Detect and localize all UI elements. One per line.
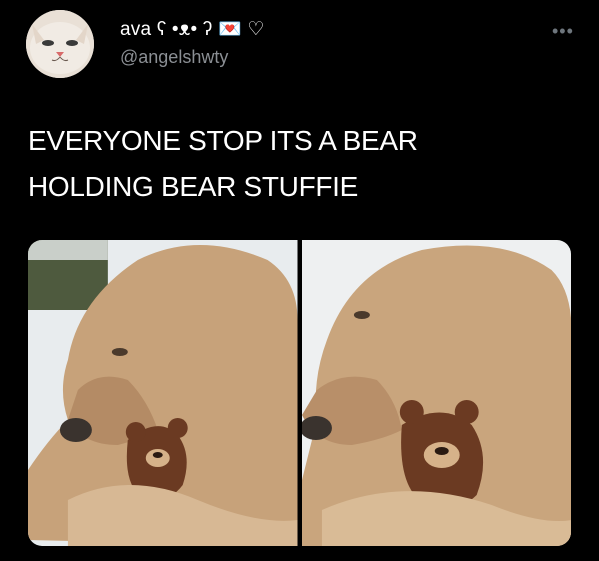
tweet-author[interactable]: ava ʕ •ᴥ• ʔ 💌 ♡ @angelshwty — [120, 17, 265, 68]
avatar[interactable] — [26, 10, 94, 78]
display-name[interactable]: ava ʕ •ᴥ• ʔ 💌 ♡ — [120, 17, 265, 41]
more-options-icon[interactable]: ••• — [552, 22, 574, 40]
tweet-text: EVERYONE STOP ITS A BEAR HOLDING BEAR ST… — [28, 118, 548, 210]
photo-right[interactable] — [301, 240, 571, 546]
user-handle[interactable]: @angelshwty — [120, 47, 265, 68]
bear-with-teddy-photo — [28, 240, 298, 546]
bear-with-teddy-photo-closeup — [301, 240, 571, 546]
media-grid — [28, 240, 571, 546]
cat-face-icon — [26, 10, 94, 78]
tweet-text-line: HOLDING BEAR STUFFIE — [28, 171, 359, 202]
photo-left[interactable] — [28, 240, 298, 546]
tweet-text-line: EVERYONE STOP ITS A BEAR — [28, 125, 418, 156]
